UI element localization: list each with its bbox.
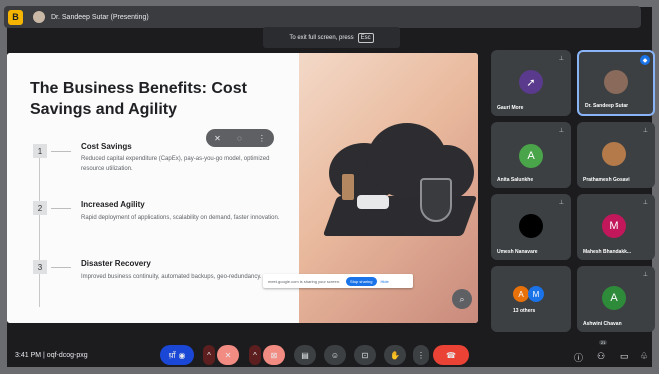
camera-off-button[interactable]: ⊠ xyxy=(263,345,285,365)
screen-share-bar: meet.google.com is sharing your screen. … xyxy=(263,274,413,288)
presenter-bar: B Dr. Sandeep Sutar (Presenting) xyxy=(4,6,641,28)
avatar xyxy=(602,142,626,166)
fullscreen-hint: To exit full screen, press Esc xyxy=(263,27,400,48)
share-bar-text: meet.google.com is sharing your screen. xyxy=(268,278,341,284)
participant-tile[interactable]: ⊥ M Mahesh Bhandakk... xyxy=(577,194,655,260)
end-call-button[interactable]: ☎ xyxy=(433,345,469,365)
emoji-button[interactable]: ☺ xyxy=(324,345,346,365)
stop-sharing-button[interactable]: Stop sharing xyxy=(346,276,377,286)
avatar: M xyxy=(528,286,544,302)
others-count: 13 others xyxy=(513,308,536,314)
pin-icon[interactable]: ⊥ xyxy=(643,127,648,134)
avatar xyxy=(519,214,543,238)
info-icon[interactable]: ⓘ xyxy=(574,351,583,364)
participant-name: Mahesh Bhandakk... xyxy=(583,249,632,255)
hide-share-bar-link[interactable]: Hide xyxy=(381,279,389,284)
pin-off-icon[interactable]: ✕ xyxy=(214,134,221,143)
present-button[interactable]: ⊡ xyxy=(354,345,376,365)
avatar: A xyxy=(513,286,529,302)
clock-time: 3:41 PM xyxy=(15,352,42,359)
meeting-info: 3:41 PM | oqf-dcog-pxg xyxy=(15,352,88,359)
pin-icon[interactable]: ⊥ xyxy=(559,127,564,134)
step-description: Improved business continuity, automated … xyxy=(81,274,262,280)
participant-tile[interactable]: ⊥ ➚ Gauri More xyxy=(491,50,571,116)
slide-title: The Business Benefits: Cost Savings and … xyxy=(30,80,247,118)
coins-icon xyxy=(342,174,354,200)
presentation-controls[interactable]: ✕ ◌ ⋮ xyxy=(206,129,274,147)
presenter-avatar xyxy=(33,11,45,23)
step-title: Disaster Recovery xyxy=(81,259,151,268)
participant-tile[interactable]: ⊥ Umesh Nanavare xyxy=(491,194,571,260)
captions-button[interactable]: ▤ xyxy=(294,345,316,365)
avatar: M xyxy=(602,214,626,238)
chat-icon[interactable]: ▭ xyxy=(620,351,629,362)
raise-hand-button[interactable]: ✋ xyxy=(384,345,406,365)
speaking-icon: ◆ xyxy=(640,55,650,65)
participant-name: Dr. Sandeep Sutar xyxy=(585,103,629,109)
people-icon[interactable]: ⚇ xyxy=(597,351,605,362)
illustration-platform xyxy=(322,196,478,236)
step-title: Cost Savings xyxy=(81,142,132,151)
captions-language-label: ध़ाँ xyxy=(168,350,176,360)
step-title: Increased Agility xyxy=(81,200,145,209)
avatar: ➚ xyxy=(519,70,543,94)
app-logo: B xyxy=(8,9,23,25)
pin-icon[interactable]: ⊥ xyxy=(643,271,648,278)
pin-icon[interactable]: ⊥ xyxy=(559,55,564,62)
avatar xyxy=(604,70,628,94)
timeline-line xyxy=(39,145,40,307)
avatar: A xyxy=(602,286,626,310)
participant-count-badge: 21 xyxy=(599,340,608,345)
participant-tile[interactable]: ⊥ A Ashwini Chavan xyxy=(577,266,655,332)
presenter-label: Dr. Sandeep Sutar (Presenting) xyxy=(51,13,149,21)
camera-options-chevron-icon[interactable]: ^ xyxy=(249,345,261,365)
car-icon xyxy=(357,195,389,209)
pin-icon[interactable]: ⊥ xyxy=(559,199,564,206)
step-connector xyxy=(51,151,71,152)
more-options-icon[interactable]: ⋮ xyxy=(258,134,266,143)
participant-tile[interactable]: ⊥ A Anita Salunkhe xyxy=(491,122,571,188)
avatar: A xyxy=(519,144,543,168)
zoom-icon[interactable]: ⌕ xyxy=(452,289,472,309)
mic-options-chevron-icon[interactable]: ^ xyxy=(203,345,215,365)
step-description: Reduced capital expenditure (CapEx), pay… xyxy=(81,156,270,172)
participant-name: Anita Salunkhe xyxy=(497,177,534,183)
step-number: 3 xyxy=(33,260,47,274)
activities-icon[interactable]: ♧ xyxy=(640,351,648,362)
step-number: 1 xyxy=(33,144,47,158)
pin-icon[interactable]: ⊥ xyxy=(643,199,648,206)
mute-icon[interactable]: ◌ xyxy=(237,134,242,143)
participant-name: Ashwini Chavan xyxy=(583,321,622,327)
captions-language-button[interactable]: ध़ाँ ◉ xyxy=(160,345,194,365)
fullscreen-hint-text: To exit full screen, press xyxy=(289,34,354,41)
step-connector xyxy=(51,267,71,268)
step-number: 2 xyxy=(33,201,47,215)
more-options-button[interactable]: ⋮ xyxy=(413,345,429,365)
participant-name: Prathamesh Gosavi xyxy=(583,177,630,183)
shield-icon xyxy=(420,178,452,222)
record-dot-icon: ◉ xyxy=(178,350,186,360)
participant-tile[interactable]: ◆ Dr. Sandeep Sutar xyxy=(577,50,655,116)
mic-off-button[interactable]: ✕ xyxy=(217,345,239,365)
participant-name: Gauri More xyxy=(497,105,524,111)
meeting-code: oqf-dcog-pxg xyxy=(46,352,88,359)
esc-key: Esc xyxy=(357,32,374,43)
others-tile[interactable]: A M 13 others xyxy=(491,266,571,332)
participant-tile[interactable]: ⊥ Prathamesh Gosavi xyxy=(577,122,655,188)
step-description: Rapid deployment of applications, scalab… xyxy=(81,215,280,221)
step-connector xyxy=(51,208,71,209)
participant-name: Umesh Nanavare xyxy=(497,249,538,255)
